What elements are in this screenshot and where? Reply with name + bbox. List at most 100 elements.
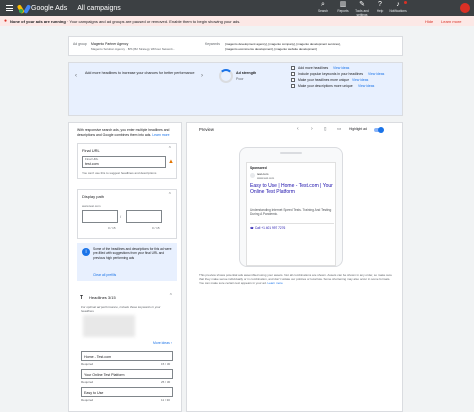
reports-label: Reports	[337, 9, 349, 13]
reports-button[interactable]: ▥ Reports	[333, 1, 353, 13]
keyword-suggestions-blurred	[83, 315, 135, 337]
view-ideas-link[interactable]: View ideas	[333, 66, 349, 70]
headline-required: Required	[81, 398, 94, 402]
suggestion-text: Make your headlines more unique	[298, 78, 350, 82]
chevron-left-icon[interactable]: ‹	[75, 73, 77, 79]
chevron-left-icon[interactable]: ‹	[297, 126, 299, 132]
final-url-help: You can't use this to suggest headlines …	[82, 171, 157, 175]
collapse-icon[interactable]: ⌃	[168, 192, 172, 198]
error-icon: ●	[4, 18, 8, 24]
site-favicon	[250, 173, 255, 178]
headline-input-3[interactable]: Easy to Use	[81, 387, 173, 397]
suggestion-checkbox[interactable]	[291, 66, 295, 70]
ad-strength-intro: Add more headlines to increase your chan…	[85, 71, 195, 75]
campaign-scope-title[interactable]: All campaigns	[77, 5, 121, 12]
ad-strength-ring	[219, 69, 233, 83]
final-url-title: Final URL	[82, 148, 100, 153]
editor-learn-more-link[interactable]: Learn more	[152, 133, 169, 137]
path-1-counter: 0 / 15	[108, 226, 116, 230]
notifications-button[interactable]: ♪ Notifications	[388, 1, 408, 13]
info-icon: i	[82, 248, 90, 256]
display-domain: www.test.com	[82, 204, 101, 208]
help-icon: ?	[378, 1, 382, 8]
clear-prefills-link[interactable]: Clear all prefills	[93, 273, 116, 277]
notification-badge	[404, 1, 407, 4]
ad-preview-card: Sponsored test.com www.test.com Easy to …	[246, 162, 336, 266]
avatar[interactable]	[460, 3, 470, 13]
final-url-value: test.com	[85, 162, 99, 166]
headline-counter: 25 / 30	[161, 380, 171, 384]
suggestion-text: Add more headlines	[298, 66, 329, 70]
path-2-counter: 0 / 15	[152, 226, 160, 230]
app-title: Google Ads	[31, 4, 68, 12]
headline-required: Required	[81, 362, 94, 366]
ad-group-name[interactable]: Magento Partner Agency	[91, 42, 128, 46]
view-ideas-link[interactable]: View ideas	[352, 78, 368, 82]
help-button[interactable]: ? Help	[370, 1, 390, 13]
call-extension[interactable]: ☎ Call +1 401 997 7276	[250, 226, 285, 230]
chevron-right-icon[interactable]: ›	[311, 126, 313, 132]
preview-disclaimer: This preview shows potential ads assembl…	[199, 273, 392, 285]
display-path-section: Display path ⌃ www.test.com / 0 / 15 0 /…	[77, 189, 177, 239]
mobile-icon[interactable]: ▯	[324, 126, 326, 132]
desktop-icon[interactable]: ▭	[337, 126, 341, 132]
more-ideas-link[interactable]: More ideas ›	[153, 341, 172, 345]
divider	[250, 223, 334, 224]
suggestion-checkbox[interactable]	[291, 84, 295, 88]
search-icon: ⌕	[321, 1, 325, 8]
ad-group-sub: Magento Solution Agency · B/S [B2 Strate…	[91, 47, 176, 51]
final-url-input[interactable]: Final URL test.com	[82, 156, 166, 168]
path-2-input[interactable]	[126, 210, 162, 223]
final-url-field-label: Final URL	[85, 157, 99, 161]
headline-value: Your Online Test Platform	[84, 373, 125, 377]
headline-required: Required	[81, 380, 94, 384]
sponsored-label: Sponsored	[250, 166, 267, 170]
help-label: Help	[376, 9, 384, 13]
phone-frame: Sponsored test.com www.test.com Easy to …	[239, 147, 343, 267]
error-message: None of your ads are running · Your camp…	[10, 18, 241, 24]
keywords-list: [magento development agency], [magento c…	[225, 42, 341, 46]
top-app-bar: Google Ads All campaigns ⌕ Search ▥ Repo…	[0, 0, 474, 17]
collapse-icon[interactable]: ⌃	[169, 293, 173, 299]
suggestion-checkbox[interactable]	[291, 78, 295, 82]
collapse-icon[interactable]: ⌃	[168, 146, 172, 152]
headline-input-1[interactable]: Home - Test.com	[81, 351, 173, 361]
menu-icon[interactable]	[2, 0, 16, 16]
headline-value: Home - Test.com	[84, 355, 112, 359]
view-ideas-link[interactable]: View ideas	[368, 72, 384, 76]
text-icon: T	[80, 295, 84, 301]
search-button[interactable]: ⌕ Search	[313, 1, 333, 13]
reports-icon: ▥	[339, 1, 347, 8]
path-1-input[interactable]	[82, 210, 118, 223]
preview-learn-more-link[interactable]: Learn more	[267, 281, 282, 285]
ad-strength-card: ‹ Add more headlines to increase your ch…	[68, 62, 403, 116]
prefill-info-text: Some of the headlines and descriptions f…	[93, 247, 172, 260]
suggestion-text: Include popular keywords in your headlin…	[298, 72, 364, 76]
headline-input-2[interactable]: Your Online Test Platform	[81, 369, 173, 379]
display-path-title: Display path	[82, 194, 105, 199]
highlight-ad-label: Highlight ad	[349, 127, 367, 131]
prefill-info-box: i Some of the headlines and descriptions…	[77, 243, 177, 281]
warning-icon: ▲	[168, 159, 174, 165]
headline-counter: 15 / 30	[161, 362, 171, 366]
ad-headline[interactable]: Easy to Use | Home - Test.com | Your Onl…	[250, 183, 334, 195]
ad-description: Understanding Internet Speed Tests. Trai…	[250, 208, 332, 217]
hide-banner-link[interactable]: Hide	[425, 19, 433, 24]
tools-settings-button[interactable]: ✎ Tools and settings	[352, 1, 372, 17]
editor-intro: With responsive search ads, you enter mu…	[77, 128, 170, 137]
suggestion-text: Make your descriptions more unique	[298, 84, 353, 88]
google-ads-logo	[16, 3, 32, 14]
headlines-hint: For optimal ad performance, include thes…	[81, 305, 161, 314]
ad-group-card: Ad group Magento Partner Agency Magento …	[68, 36, 403, 56]
learn-more-link[interactable]: Learn more	[441, 19, 461, 24]
headlines-title: Headlines 3/15	[89, 295, 116, 300]
notifications-label: Notifications	[389, 9, 407, 13]
suggestion-checkbox[interactable]	[291, 72, 295, 76]
highlight-ad-toggle[interactable]	[374, 127, 384, 133]
ad-editor-page: Ad group Magento Partner Agency Magento …	[68, 26, 406, 412]
chevron-right-icon[interactable]: ›	[201, 73, 203, 79]
view-ideas-link[interactable]: View ideas	[358, 84, 374, 88]
ad-editor-panel: With responsive search ads, you enter mu…	[68, 122, 182, 412]
ad-strength-value: Poor	[236, 77, 244, 81]
search-label: Search	[317, 9, 329, 13]
